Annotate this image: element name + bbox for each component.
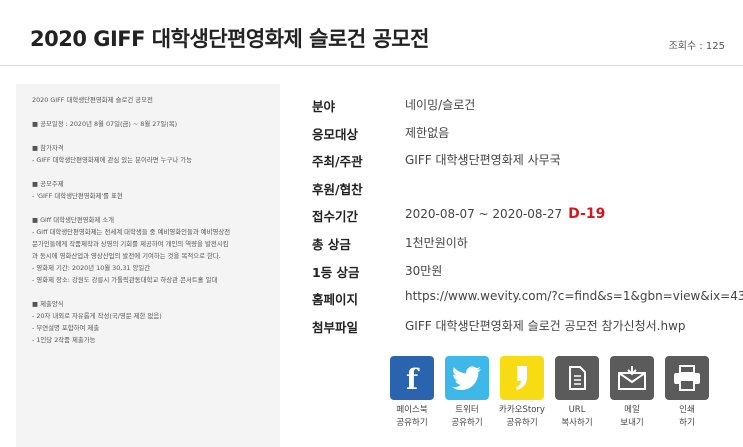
info-row: 1등 상금 30만원: [312, 258, 732, 286]
info-value-text: 1천만원이하: [405, 235, 468, 250]
mail-icon: [618, 366, 646, 390]
info-label: 분야: [312, 99, 336, 114]
poster-line: - Giff 대학생단편영화제는 전세계 대학생들 중 예비영화인들과 예비영상…: [32, 228, 231, 236]
facebook-icon: f: [406, 363, 420, 396]
info-value: GIFF 대학생단편영화제 사무국: [405, 151, 561, 168]
info-value: 네이밍/슬로건: [405, 96, 475, 113]
info-value[interactable]: https://www.wevity.com/?c=find&s=1&gbn=v…: [405, 289, 743, 303]
share-facebook-button[interactable]: f 페이스북 공유하기: [390, 356, 434, 430]
poster-line: 과 동시에 영화산업과 영상산업의 발전에 기여하는 것을 목적으로 한다.: [32, 252, 221, 260]
print-button[interactable]: 인쇄 하기: [665, 356, 709, 430]
poster-line: ■ 공모일정 : 2020년 8월 07일(금) ~ 8월 27일(목): [32, 120, 178, 128]
info-value-text: 네이밍/슬로건: [405, 98, 476, 112]
info-label: 1등 상금: [312, 264, 360, 280]
poster-line: ■ 제출양식: [32, 300, 64, 308]
poster-line: 2020 GIFF 대학생단편영화제 슬로건 공모전: [32, 96, 153, 104]
kakaostory-icon: [516, 366, 527, 390]
poster-line: - 부연설명 포함하여 제출: [32, 324, 100, 332]
view-count: 조회수 : 125: [668, 41, 725, 52]
info-value-text: 제한없음: [405, 125, 450, 140]
info-row: 후원/협찬: [312, 175, 732, 203]
info-value-text: GIFF 대학생단편영화제 슬로건 공모전 참가신청서.hwp: [405, 318, 686, 333]
print-icon-tile[interactable]: [665, 356, 709, 400]
info-label: 총 상금: [312, 236, 351, 252]
info-row: 접수기간 2020-08-07 ~ 2020-08-27 D-19: [312, 202, 732, 230]
poster-spacer: [32, 130, 268, 142]
share-kakaostory-icon-tile[interactable]: [500, 356, 544, 400]
poster-line: - 'GIFF 대학생단편영화제'를 표현: [32, 192, 123, 200]
info-value-text: GIFF 대학생단편영화제 사무국: [405, 153, 561, 168]
dday-badge: D-19: [568, 206, 606, 223]
share-twitter-icon-tile[interactable]: [445, 356, 489, 400]
poster-line: ■ Giff 대학생단편영화제 소개: [32, 216, 115, 224]
info-label: 응모대상: [312, 126, 359, 142]
info-row: 홈페이지 https://www.wevity.com/?c=find&s=1&g…: [312, 285, 743, 313]
info-row: 분야 네이밍/슬로건: [312, 92, 732, 120]
info-label: 접수기간: [312, 209, 359, 225]
info-value: 30만원: [405, 262, 442, 279]
copy-url-icon-tile[interactable]: [555, 356, 599, 400]
poster-line: - 1인당 2작품 제출가능: [32, 336, 96, 344]
info-row: 첨부파일 GIFF 대학생단편영화제 슬로건 공모전 참가신청서.hwp: [312, 313, 732, 341]
send-mail-button[interactable]: 메일 보내기: [610, 356, 654, 430]
info-row: 주최/주관 GIFF 대학생단편영화제 사무국: [312, 147, 732, 175]
info-value: 1천만원이하: [405, 234, 468, 251]
share-kakaostory-button[interactable]: 카카오Story 공유하기: [499, 356, 545, 430]
contest-info: 분야 네이밍/슬로건응모대상 제한없음주최/주관 GIFF 대학생단편영화제 사무국후…: [312, 92, 743, 341]
info-value[interactable]: GIFF 대학생단편영화제 슬로건 공모전 참가신청서.hwp: [405, 317, 686, 334]
poster-line: 문가인들에게 작품제작과 상영의 기회를 제공하여 개인의 역량을 발전시킴: [32, 240, 229, 248]
copy-url-button[interactable]: URL 복사하기: [555, 356, 599, 430]
info-row: 응모대상 제한없음: [312, 120, 732, 148]
info-value: 제한없음: [405, 124, 449, 141]
info-label: 홈페이지: [312, 292, 359, 308]
info-row: 총 상금 1천만원이하: [312, 230, 732, 258]
share-twitter-button[interactable]: 트위터 공유하기: [445, 356, 489, 430]
info-label: 주최/주관: [312, 154, 363, 170]
info-label: 후원/협찬: [312, 181, 363, 197]
info-value-text: 30만원: [405, 263, 443, 278]
document-icon: [569, 366, 586, 390]
poster-line: - GIFF 대학생단편영화제에 관심 있는 분이라면 누구나 가능: [32, 156, 193, 164]
poster-line: ■ 공모주제: [32, 180, 64, 188]
poster-spacer: [32, 202, 268, 214]
info-value: 2020-08-07 ~ 2020-08-27 D-19: [405, 206, 605, 222]
info-value-text: https://www.wevity.com/?c=find&s=1&gbn=v…: [405, 289, 743, 304]
page-title: 2020 GIFF 대학생단편영화제 슬로건 공모전: [30, 27, 429, 51]
share-label: 인쇄 하기: [679, 405, 695, 428]
info-label: 첨부파일: [312, 319, 359, 335]
page-header: 2020 GIFF 대학생단편영화제 슬로건 공모전 조회수 : 125: [0, 0, 743, 66]
poster-line: ■ 참가자격: [32, 144, 64, 152]
poster-line: - 영화제 기간: 2020년 10월 30,31 양일간: [32, 264, 151, 272]
printer-icon: [674, 365, 700, 391]
poster-spacer: [32, 106, 268, 118]
poster-text: 2020 GIFF 대학생단편영화제 슬로건 공모전 ■ 공모일정 : 2020년…: [16, 84, 280, 346]
svg-text:f: f: [406, 363, 420, 396]
poster-spacer: [32, 286, 268, 298]
info-value-text: 2020-08-07 ~ 2020-08-27: [405, 207, 563, 222]
poster-line: - 20자 내외로 자유롭게 작성(국/영문 제한 없음): [32, 312, 162, 320]
poster-line: - 영화제 장소: 강원도 강릉시 가톨릭관동대학교 하상관 콘서트홀 일대: [32, 276, 218, 284]
send-mail-icon-tile[interactable]: [610, 356, 654, 400]
poster-spacer: [32, 166, 268, 178]
twitter-icon: [452, 366, 481, 390]
share-facebook-icon-tile[interactable]: f: [390, 356, 434, 400]
contest-poster: 2020 GIFF 대학생단편영화제 슬로건 공모전 ■ 공모일정 : 2020년…: [16, 84, 280, 447]
